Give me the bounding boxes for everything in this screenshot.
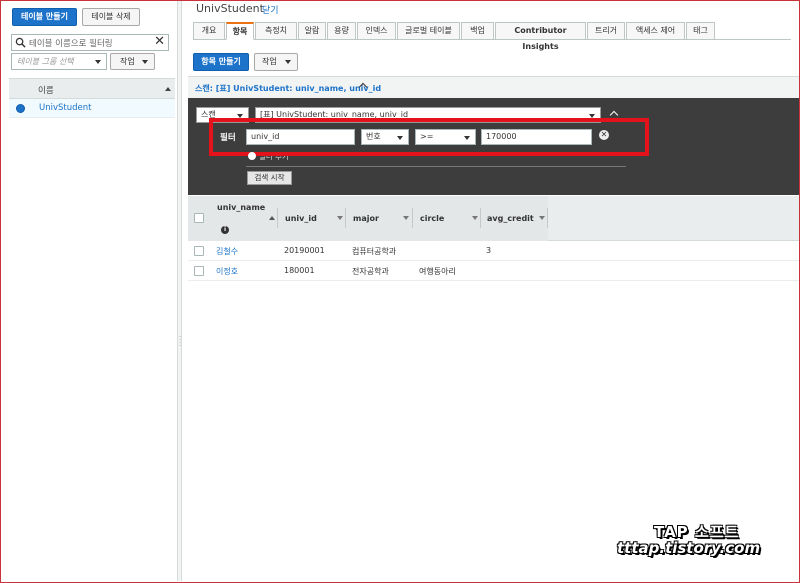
start-search-button[interactable]: 검색 시작 <box>247 171 292 185</box>
sort-icon[interactable] <box>472 216 478 220</box>
table-row[interactable]: 김철수 20190001 컴퓨터공학과 3 <box>188 241 799 261</box>
left-action-button[interactable]: 작업 <box>110 53 155 70</box>
selected-radio[interactable] <box>16 104 25 113</box>
cell-major: 전자공학과 <box>352 267 389 276</box>
page-title: UnivStudent <box>196 2 264 15</box>
tab-indexes[interactable]: 인덱스 <box>357 22 396 40</box>
cell-univ-name[interactable]: 이정호 <box>216 266 238 277</box>
cell-univ-id: 180001 <box>284 266 315 275</box>
tab-overview[interactable]: 개요 <box>193 22 225 40</box>
table-group-select[interactable]: 테이블 그룹 선택 <box>11 53 107 70</box>
tab-items[interactable]: 항목 <box>226 22 254 40</box>
search-placeholder: 테이블 이름으로 필터링 <box>29 39 113 49</box>
tab-backups[interactable]: 백업 <box>461 22 494 40</box>
column-separator <box>277 208 278 228</box>
close-link[interactable]: 닫기 <box>262 3 279 16</box>
chevron-down-icon <box>464 136 470 140</box>
filter-attribute-value: univ_id <box>251 132 280 141</box>
add-filter-icon[interactable] <box>248 152 256 160</box>
column-separator <box>412 208 413 228</box>
tab-metrics[interactable]: 측정치 <box>255 22 297 40</box>
delete-table-button[interactable]: 테이블 삭제 <box>82 8 140 26</box>
filter-operator-value: >= <box>420 132 434 141</box>
tab-capacity[interactable]: 용량 <box>327 22 356 40</box>
cell-circle: 여행동아리 <box>419 267 456 276</box>
tab-tags[interactable]: 태그 <box>686 22 715 40</box>
filter-value-input[interactable]: 170000 <box>481 129 592 145</box>
filter-type-select[interactable]: 번호 <box>361 129 409 145</box>
scan-title: 스캔: [표] UnivStudent: univ_name, univ_id <box>195 84 382 93</box>
column-separator <box>547 208 548 228</box>
item-action-label: 작업 <box>262 57 277 66</box>
table-group-placeholder: 테이블 그룹 선택 <box>17 57 74 66</box>
column-header-major[interactable]: major <box>353 214 379 223</box>
create-item-button[interactable]: 항목 만들기 <box>193 53 249 71</box>
chevron-down-icon <box>95 60 101 64</box>
table-row[interactable]: 이정호 180001 전자공학과 여행동아리 <box>188 261 799 281</box>
column-header-univ-id[interactable]: univ_id <box>285 214 317 223</box>
filter-divider <box>246 166 626 167</box>
table-list-panel: 테이블 만들기 테이블 삭제 테이블 이름으로 필터링 ✕ 테이블 그룹 선택 … <box>1 1 177 581</box>
cell-major: 컴퓨터공학과 <box>352 247 397 256</box>
column-header-circle[interactable]: circle <box>420 214 444 223</box>
row-checkbox[interactable] <box>194 266 204 276</box>
table-name[interactable]: UnivStudent <box>39 103 91 113</box>
tab-triggers[interactable]: 트리거 <box>587 22 625 40</box>
grip-icon: · · · · <box>179 333 182 350</box>
sort-icon[interactable] <box>403 216 409 220</box>
table-list-header[interactable]: 이름 <box>9 78 175 99</box>
column-header-avg-credit[interactable]: avg_credit <box>487 214 534 223</box>
row-checkbox[interactable] <box>194 246 204 256</box>
info-icon[interactable]: i <box>221 226 229 234</box>
filter-operator-select[interactable]: >= <box>415 129 476 145</box>
chevron-down-icon <box>285 60 291 64</box>
panel-resize-handle[interactable]: · · · · <box>177 1 182 581</box>
sort-ascending-icon[interactable] <box>269 216 275 220</box>
sort-icon[interactable] <box>337 216 343 220</box>
left-action-label: 작업 <box>120 57 135 66</box>
cell-univ-name[interactable]: 김철수 <box>216 246 238 257</box>
sort-icon[interactable] <box>539 216 545 220</box>
clear-search-icon[interactable]: ✕ <box>154 34 165 49</box>
item-action-button[interactable]: 작업 <box>254 53 298 71</box>
create-table-button[interactable]: 테이블 만들기 <box>12 8 77 26</box>
tab-alarms[interactable]: 알람 <box>298 22 326 40</box>
select-all-checkbox[interactable] <box>194 213 204 223</box>
table-search-input[interactable]: 테이블 이름으로 필터링 ✕ <box>11 34 169 51</box>
chevron-down-icon <box>397 136 403 140</box>
table-list-item[interactable]: UnivStudent <box>9 99 175 118</box>
cell-univ-id: 20190001 <box>284 246 325 255</box>
tab-access-control[interactable]: 액세스 제어 <box>626 22 685 40</box>
column-header-univ-name[interactable]: univ_name <box>217 203 265 212</box>
filter-value: 170000 <box>486 132 517 141</box>
column-separator <box>345 208 346 228</box>
remove-filter-icon[interactable]: ✕ <box>599 130 609 140</box>
tab-contributor-insights[interactable]: Contributor Insights <box>495 22 586 51</box>
sort-ascending-icon <box>165 87 171 91</box>
chevron-down-icon <box>142 60 148 64</box>
filter-type-value: 번호 <box>366 132 381 141</box>
cell-avg-credit: 3 <box>486 246 492 255</box>
filter-attribute-input[interactable]: univ_id <box>246 129 355 145</box>
name-column-header: 이름 <box>38 86 54 96</box>
scan-section-header[interactable]: 스캔: [표] UnivStudent: univ_name, univ_id <box>188 76 799 98</box>
column-separator <box>480 208 481 228</box>
watermark-url: tttap.tistory.com <box>617 539 761 557</box>
search-icon <box>15 37 26 48</box>
tab-global-tables[interactable]: 글로벌 테이블 <box>397 22 460 40</box>
filter-label: 필터 <box>220 133 236 143</box>
